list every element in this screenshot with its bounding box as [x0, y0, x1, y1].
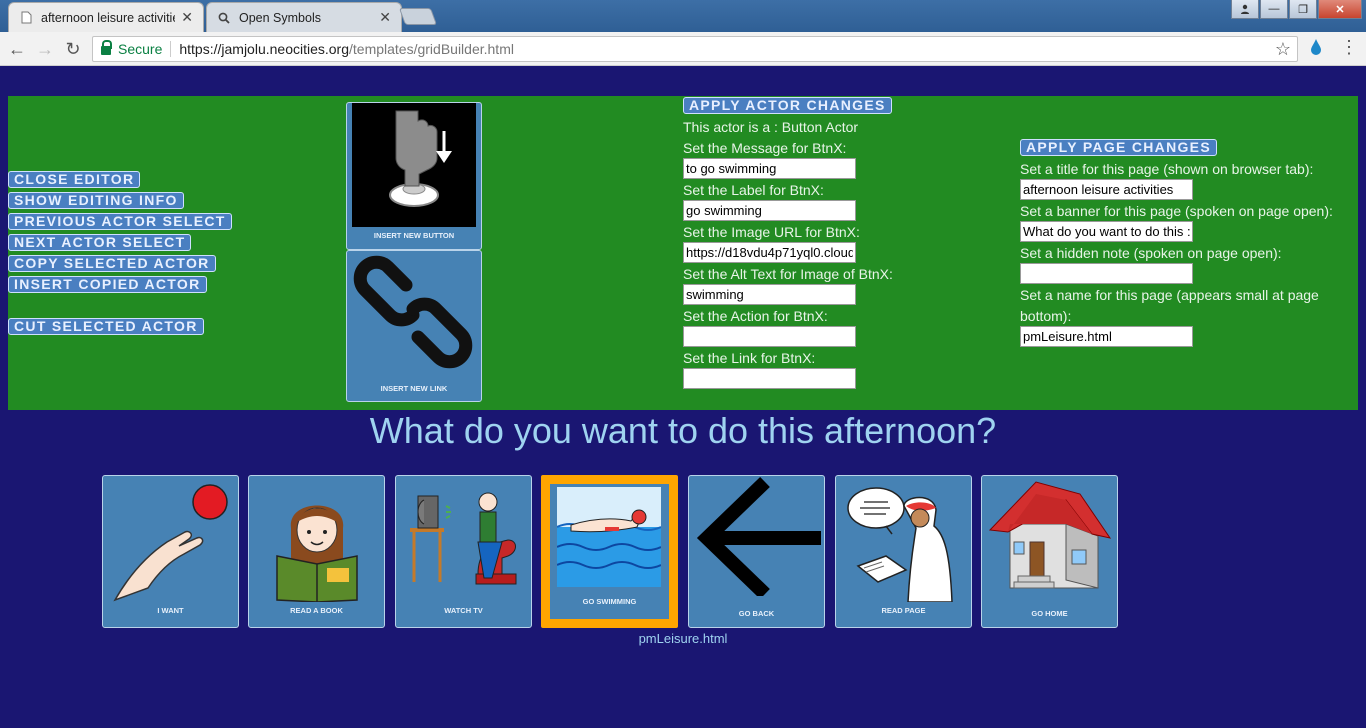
actor-form: APPLY ACTOR CHANGES This actor is a : Bu… — [683, 96, 983, 410]
label-label: Set the Label for BtnX: — [683, 182, 824, 198]
apply-page-changes-button[interactable]: APPLY PAGE CHANGES — [1020, 139, 1217, 156]
alt-text-field[interactable] — [683, 284, 856, 305]
person-watching-tv-icon — [410, 492, 517, 585]
tab-afternoon-leisure[interactable]: afternoon leisure activitie ✕ — [8, 2, 204, 32]
image-url-field[interactable] — [683, 242, 856, 263]
copy-selected-actor-button[interactable]: COPY SELECTED ACTOR — [8, 255, 216, 272]
tool-label: INSERT NEW BUTTON — [373, 231, 455, 240]
browser-toolbar: ← → ↻ Secure https://jamjolu.neocities.o… — [0, 32, 1366, 66]
search-icon — [217, 11, 231, 25]
child-reading-icon — [276, 505, 358, 602]
tile-go-back[interactable]: GO BACK — [688, 475, 825, 628]
actor-type-text: This actor is a : Button Actor — [683, 119, 859, 135]
tile-label: GO BACK — [738, 609, 775, 618]
address-bar[interactable]: Secure https://jamjolu.neocities.org/tem… — [92, 36, 1298, 62]
tile-label: GO HOME — [1031, 609, 1068, 618]
url-host: https://jamjolu.neocities.org — [179, 41, 349, 57]
droplet-extension-icon[interactable] — [1309, 38, 1323, 56]
hidden-note-field[interactable] — [1020, 263, 1193, 284]
tile-label: READ PAGE — [881, 606, 926, 615]
message-field[interactable] — [683, 158, 856, 179]
house-icon — [988, 481, 1112, 589]
insert-new-button-tool[interactable]: INSERT NEW BUTTON — [346, 102, 482, 250]
insert-copied-actor-button[interactable]: INSERT COPIED ACTOR — [8, 276, 207, 293]
tile-label: GO SWIMMING — [582, 597, 637, 606]
previous-actor-select-button[interactable]: PREVIOUS ACTOR SELECT — [8, 213, 232, 230]
back-icon[interactable]: ← — [5, 37, 29, 61]
page-banner-label: Set a banner for this page (spoken on pa… — [1020, 203, 1333, 219]
tile-label: WATCH TV — [444, 606, 483, 615]
page-name-label-1: Set a name for this page (appears small … — [1020, 287, 1319, 303]
tile-go-home[interactable]: GO HOME — [981, 475, 1118, 628]
insert-new-link-tool[interactable]: INSERT NEW LINK — [346, 250, 482, 402]
show-editing-info-button[interactable]: SHOW EDITING INFO — [8, 192, 184, 209]
tile-i-want[interactable]: I WANT — [102, 475, 239, 628]
link-field[interactable] — [683, 368, 856, 389]
image-url-label: Set the Image URL for BtnX: — [683, 224, 860, 240]
action-field[interactable] — [683, 326, 856, 347]
tile-read-page[interactable]: READ PAGE — [835, 475, 972, 628]
restore-icon[interactable]: ❐ — [1289, 0, 1317, 19]
divider — [170, 41, 172, 57]
editor-panel: CLOSE EDITOR SHOW EDITING INFO PREVIOUS … — [8, 96, 1358, 410]
tile-label: I WANT — [157, 606, 184, 615]
reload-icon[interactable]: ↻ — [61, 37, 85, 61]
back-arrow-icon — [696, 476, 821, 596]
page-title-label: Set a title for this page (shown on brow… — [1020, 161, 1314, 177]
page-name: pmLeisure.html — [638, 631, 728, 646]
close-icon[interactable]: ✕ — [379, 9, 391, 26]
tab-title: Open Symbols — [239, 10, 321, 25]
minimize-icon[interactable]: — — [1260, 0, 1288, 19]
close-icon[interactable]: ✕ — [181, 9, 193, 26]
user-icon[interactable] — [1231, 0, 1259, 19]
tile-watch-tv[interactable]: WATCH TV — [395, 475, 532, 628]
lock-icon — [101, 40, 112, 55]
tool-label: INSERT NEW LINK — [380, 384, 448, 393]
page-name-field[interactable] — [1020, 326, 1193, 347]
press-button-icon — [352, 103, 476, 227]
apply-actor-changes-button[interactable]: APPLY ACTOR CHANGES — [683, 97, 892, 114]
close-window-icon[interactable]: ✕ — [1318, 0, 1362, 19]
tab-strip: afternoon leisure activitie ✕ Open Symbo… — [0, 0, 1366, 32]
page-form: APPLY PAGE CHANGES Set a title for this … — [1020, 96, 1340, 410]
window-controls: — ❐ ✕ — [1231, 0, 1362, 19]
label-field[interactable] — [683, 200, 856, 221]
next-actor-select-button[interactable]: NEXT ACTOR SELECT — [8, 234, 192, 251]
swimmer-icon — [557, 487, 661, 587]
page-banner: What do you want to do this afternoon? — [369, 410, 997, 451]
hidden-note-label: Set a hidden note (spoken on page open): — [1020, 245, 1282, 261]
bookmark-star-icon[interactable]: ☆ — [1275, 39, 1291, 60]
message-label: Set the Message for BtnX: — [683, 140, 847, 156]
chain-link-icon — [353, 255, 473, 369]
cut-selected-actor-button[interactable]: CUT SELECTED ACTOR — [8, 318, 204, 335]
link-label: Set the Link for BtnX: — [683, 350, 816, 366]
secure-label: Secure — [118, 41, 163, 57]
tile-read-a-book[interactable]: READ A BOOK — [248, 475, 385, 628]
tab-open-symbols[interactable]: Open Symbols ✕ — [206, 2, 402, 32]
page-name-label-2: bottom): — [1020, 308, 1072, 324]
page-icon — [19, 11, 33, 25]
tab-title: afternoon leisure activitie — [41, 10, 176, 25]
alt-text-label: Set the Alt Text for Image of BtnX: — [683, 266, 893, 282]
close-editor-button[interactable]: CLOSE EDITOR — [8, 171, 141, 188]
action-label: Set the Action for BtnX: — [683, 308, 828, 324]
url-path: /templates/gridBuilder.html — [349, 41, 514, 57]
page-title-field[interactable] — [1020, 179, 1193, 200]
reaching-hand-icon — [113, 484, 228, 602]
menu-icon[interactable]: ⋮ — [1340, 38, 1358, 56]
forward-icon[interactable]: → — [33, 37, 57, 61]
person-reading-aloud-icon — [847, 487, 953, 602]
tile-go-swimming[interactable]: GO SWIMMING — [541, 475, 678, 628]
new-tab-button[interactable] — [398, 8, 438, 25]
page-banner-field[interactable] — [1020, 221, 1193, 242]
tile-label: READ A BOOK — [290, 606, 343, 615]
